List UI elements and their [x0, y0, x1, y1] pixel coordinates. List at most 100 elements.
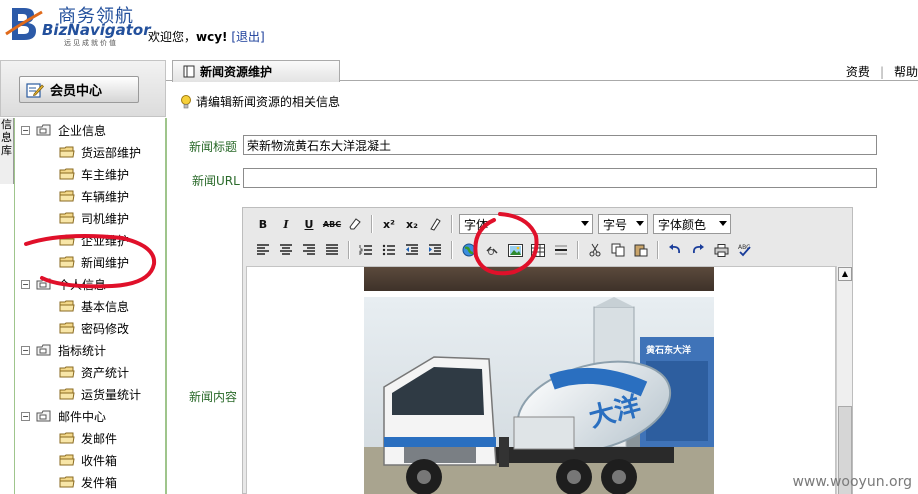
username: wcy!: [196, 30, 228, 44]
tree-group-stats[interactable]: − 指标统计: [21, 341, 106, 359]
tree-group-personal[interactable]: − 个人信息: [21, 275, 106, 293]
folder-icon: [59, 256, 75, 268]
format-icon[interactable]: [425, 214, 445, 234]
font-color-select[interactable]: 字体颜色: [653, 214, 731, 234]
editor-content-area[interactable]: 黄石东大洋 大洋: [246, 266, 836, 494]
italic-icon[interactable]: I: [276, 214, 296, 234]
logo: 商务领航 BizNavigator 远见成就价值: [4, 2, 151, 47]
tree-item-cargo[interactable]: 运货量统计: [59, 385, 141, 403]
insert-table-icon[interactable]: [528, 240, 548, 260]
scroll-up-icon[interactable]: ▲: [838, 267, 852, 281]
folder-icon: [59, 212, 75, 224]
hint-bar: 请编辑新闻资源的相关信息: [166, 82, 918, 118]
strikethrough-icon[interactable]: ABC: [322, 214, 342, 234]
unlink-icon[interactable]: [482, 240, 502, 260]
url-input[interactable]: [243, 168, 877, 188]
tree-group-label: 企业信息: [58, 123, 107, 138]
subscript-icon[interactable]: x₂: [402, 214, 422, 234]
toolbar-separator: [348, 241, 350, 259]
tree-item-news[interactable]: 新闻维护: [59, 253, 129, 271]
folder-icon: [59, 366, 75, 378]
cut-icon[interactable]: [585, 240, 605, 260]
ordered-list-icon[interactable]: [356, 240, 376, 260]
fees-link[interactable]: 资费: [846, 65, 870, 79]
underline-icon[interactable]: U: [299, 214, 319, 234]
truck-photo: 黄石东大洋 大洋: [364, 297, 714, 494]
tree-item-inbox[interactable]: 收件箱: [59, 451, 117, 469]
tree-item-label: 收件箱: [81, 453, 118, 468]
logout-link[interactable]: [退出]: [231, 30, 264, 44]
align-right-icon[interactable]: [299, 240, 319, 260]
title-input[interactable]: [243, 135, 877, 155]
tree-item-freight[interactable]: 货运部维护: [59, 143, 141, 161]
lightbulb-icon: [181, 94, 191, 108]
collapse-icon[interactable]: −: [21, 345, 30, 355]
tree-item-label: 资产统计: [81, 365, 130, 380]
outdent-icon[interactable]: [402, 240, 422, 260]
horizontal-rule-icon[interactable]: [551, 240, 571, 260]
undo-icon[interactable]: [665, 240, 685, 260]
tree-item-password[interactable]: 密码修改: [59, 319, 129, 337]
collapse-icon[interactable]: −: [21, 411, 30, 421]
tree-item-send-mail[interactable]: 发邮件: [59, 429, 117, 447]
member-panel: 会员中心: [0, 60, 166, 117]
tree-group-label: 个人信息: [58, 277, 107, 292]
member-center-button[interactable]: 会员中心: [19, 76, 139, 103]
globe-link-icon[interactable]: [459, 240, 479, 260]
network-folder-icon: [36, 344, 51, 356]
copy-icon[interactable]: [608, 240, 628, 260]
hint-text: 请编辑新闻资源的相关信息: [196, 95, 341, 109]
tree-item-outbox[interactable]: 发件箱: [59, 473, 117, 491]
folder-icon: [59, 476, 75, 488]
folder-icon: [59, 190, 75, 202]
logo-mark-icon: [5, 8, 43, 40]
editor-scrollbar[interactable]: ▲: [836, 266, 852, 494]
align-center-icon[interactable]: [276, 240, 296, 260]
welcome-prefix: 欢迎您，: [148, 30, 197, 44]
tree-item-basic-info[interactable]: 基本信息: [59, 297, 129, 315]
paste-icon[interactable]: [631, 240, 651, 260]
tree-item-vehicle[interactable]: 车辆维护: [59, 187, 129, 205]
page: 商务领航 BizNavigator 远见成就价值 欢迎您，wcy! [退出] 会…: [0, 0, 918, 494]
watermark: www.wooyun.org: [792, 474, 912, 490]
toolbar-separator: [371, 215, 373, 233]
tab-strip: 新闻资源维护 资费 | 帮助: [166, 60, 918, 82]
superscript-icon[interactable]: x²: [379, 214, 399, 234]
toolbar-separator: [451, 241, 453, 259]
eraser-icon[interactable]: [345, 214, 365, 234]
tree-group-mail[interactable]: − 邮件中心: [21, 407, 106, 425]
network-folder-icon: [36, 410, 51, 422]
link-divider: |: [879, 65, 884, 79]
tab-news-resource[interactable]: 新闻资源维护: [172, 60, 340, 82]
redo-icon[interactable]: [688, 240, 708, 260]
tree-item-label: 新闻维护: [81, 255, 130, 270]
indent-icon[interactable]: [425, 240, 445, 260]
font-size-value: 字号: [603, 217, 628, 232]
tree-item-assets[interactable]: 资产统计: [59, 363, 129, 381]
insert-image-icon[interactable]: [505, 240, 525, 260]
tree-item-driver[interactable]: 司机维护: [59, 209, 129, 227]
tree-item-label: 企业维护: [81, 233, 130, 248]
font-size-select[interactable]: 字号: [598, 214, 648, 234]
align-justify-icon[interactable]: [322, 240, 342, 260]
help-link[interactable]: 帮助: [894, 65, 918, 79]
tree-item-enterprise[interactable]: 企业维护: [59, 231, 129, 249]
rich-text-editor: B I U ABC x² x₂ 字体 字号 字体颜色 ABC 黄石东大洋 大洋 …: [242, 207, 853, 494]
folder-icon: [59, 388, 75, 400]
print-icon[interactable]: [711, 240, 731, 260]
spellcheck-icon[interactable]: ABC: [734, 240, 754, 260]
unordered-list-icon[interactable]: [379, 240, 399, 260]
align-left-icon[interactable]: [253, 240, 273, 260]
tree-item-owner[interactable]: 车主维护: [59, 165, 129, 183]
hint: 请编辑新闻资源的相关信息: [180, 93, 340, 110]
bold-icon[interactable]: B: [253, 214, 273, 234]
collapse-icon[interactable]: −: [21, 125, 30, 135]
network-folder-icon: [36, 278, 51, 290]
font-color-value: 字体颜色: [658, 217, 707, 232]
font-family-select[interactable]: 字体: [459, 214, 593, 234]
image-strip: [364, 267, 714, 291]
tree-group-company[interactable]: − 企业信息: [21, 121, 106, 139]
editor-toolbar-1: B I U ABC x² x₂ 字体 字号 字体颜色: [243, 210, 852, 238]
vertical-tab[interactable]: 信息库: [0, 118, 14, 184]
collapse-icon[interactable]: −: [21, 279, 30, 289]
